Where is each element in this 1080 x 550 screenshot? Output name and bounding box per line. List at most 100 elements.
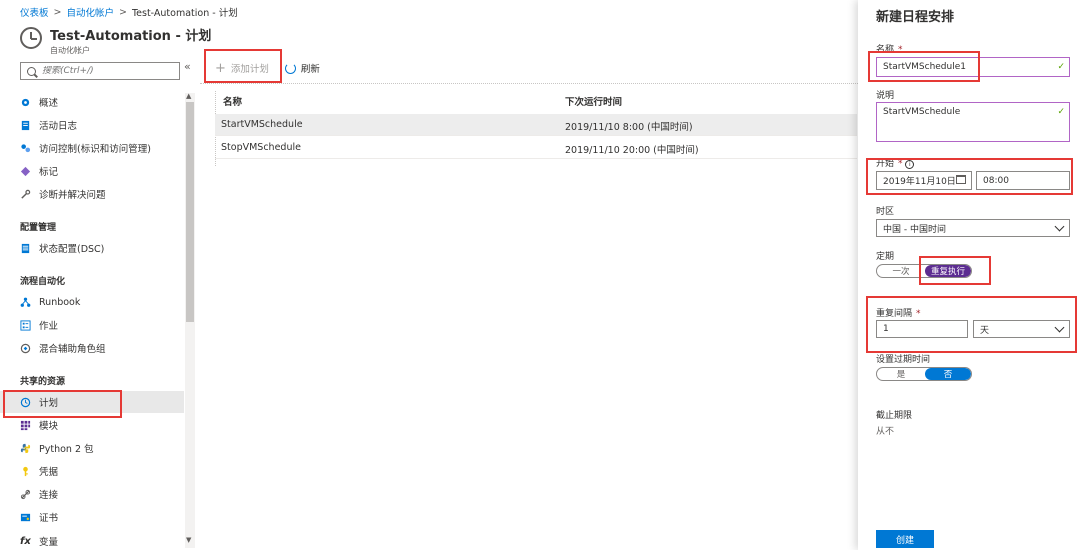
create-button[interactable]: 创建 [876, 530, 934, 548]
recurrence-label: 定期 [876, 252, 895, 262]
dsc-icon [21, 243, 30, 253]
column-header-next-run[interactable]: 下次运行时间 [565, 94, 622, 108]
expire-yes[interactable]: 是 [877, 368, 925, 380]
recurrence-toggle[interactable]: 一次 重复执行 [876, 264, 972, 278]
sidebar-item-access-control[interactable]: 访问控制(标识和访问管理) [20, 139, 151, 157]
sidebar-item-label: 计划 [39, 398, 59, 409]
name-label: 名称 * [876, 45, 903, 55]
start-time-field[interactable]: 08:00 [976, 171, 1070, 190]
check-icon: ✓ [1057, 107, 1065, 117]
fx-icon: fx [20, 535, 31, 547]
sidebar-scroll-thumb[interactable] [186, 102, 194, 322]
schedule-name: StopVMSchedule [221, 142, 301, 153]
start-date-field[interactable]: 2019年11月10日 [876, 171, 972, 190]
jobs-icon [20, 319, 31, 331]
sidebar-item-label: 连接 [39, 490, 59, 501]
breadcrumb-separator: > [119, 6, 127, 18]
description-label: 说明 [876, 91, 895, 101]
expire-label: 设置过期时间 [876, 355, 931, 365]
timezone-label: 时区 [876, 207, 895, 217]
calendar-icon[interactable] [956, 175, 966, 184]
key-icon [23, 466, 28, 476]
scroll-down-icon[interactable]: ▼ [186, 536, 191, 544]
sidebar-item-hybrid-worker[interactable]: 混合辅助角色组 [20, 339, 106, 357]
refresh-icon [284, 62, 296, 74]
sidebar-item-variables[interactable]: fx 变量 [20, 532, 58, 550]
sidebar-item-label: 作业 [39, 321, 59, 332]
expire-toggle[interactable]: 是 否 [876, 367, 972, 381]
add-schedule-button[interactable]: + 添加计划 [205, 61, 275, 76]
sidebar-item-schedules[interactable]: 计划 [20, 393, 58, 411]
search-input[interactable] [42, 66, 172, 76]
expire-no[interactable]: 否 [925, 368, 971, 380]
recurrence-repeat[interactable]: 重复执行 [925, 265, 971, 277]
table-row[interactable]: StartVMSchedule 2019/11/10 8:00 (中国时间) [215, 114, 857, 136]
sidebar-item-tags[interactable]: 标记 [20, 162, 58, 180]
sidebar-item-label: 变量 [39, 537, 59, 548]
sidebar-item-label: 概述 [39, 98, 59, 109]
breadcrumb: 仪表板 > 自动化帐户 > Test-Automation - 计划 [20, 4, 238, 20]
deadline-label: 截止期限 [876, 411, 913, 421]
interval-unit-select[interactable]: 天 [973, 320, 1070, 338]
sidebar: « 概述 活动日志 访问控制(标识和访问管理) 标记 诊断并解决问题 配置管理 … [0, 58, 198, 550]
certificate-icon [20, 513, 31, 521]
app-root: 仪表板 > 自动化帐户 > Test-Automation - 计划 Test-… [0, 0, 1080, 550]
name-value: StartVMSchedule1 [883, 62, 966, 72]
collapse-icon[interactable]: « [184, 60, 191, 73]
sidebar-item-label: 凭据 [39, 467, 59, 478]
sidebar-item-label: 状态配置(DSC) [39, 244, 105, 255]
sidebar-item-python-packages[interactable]: Python 2 包 [20, 439, 94, 457]
deadline-value: 从不 [876, 427, 895, 437]
breadcrumb-automation-accounts[interactable]: 自动化帐户 [66, 5, 114, 19]
new-schedule-panel: 新建日程安排 名称 * StartVMSchedule1 ✓ 说明 StartVM… [858, 0, 1080, 550]
sidebar-item-label: 证书 [39, 513, 59, 524]
clock-icon [20, 27, 42, 49]
interval-unit-value: 天 [980, 325, 990, 336]
toolbar-divider [200, 83, 860, 84]
overview-icon [21, 98, 30, 106]
timezone-select[interactable]: 中国 - 中国时间 [876, 219, 1070, 237]
sidebar-item-jobs[interactable]: 作业 [20, 316, 58, 334]
sidebar-item-connections[interactable]: 连接 [20, 485, 58, 503]
interval-label: 重复间隔 * [876, 309, 921, 319]
sidebar-item-label: 访问控制(标识和访问管理) [39, 144, 151, 155]
interval-input[interactable]: 1 [876, 320, 968, 338]
sidebar-item-diagnose[interactable]: 诊断并解决问题 [20, 185, 106, 203]
refresh-button[interactable]: 刷新 [284, 61, 320, 75]
table-row[interactable]: StopVMSchedule 2019/11/10 20:00 (中国时间) [215, 137, 857, 159]
info-icon[interactable]: i [905, 160, 915, 169]
breadcrumb-separator: > [53, 6, 62, 18]
page-subtitle: 自动化帐户 [50, 46, 90, 55]
sidebar-item-label: 混合辅助角色组 [39, 344, 106, 355]
breadcrumb-dashboard[interactable]: 仪表板 [20, 5, 49, 19]
next-run-time: 2019/11/10 20:00 (中国时间) [565, 145, 699, 156]
start-time-value: 08:00 [983, 175, 1009, 186]
sidebar-item-credentials[interactable]: 凭据 [20, 462, 58, 480]
recurrence-once[interactable]: 一次 [877, 265, 925, 277]
refresh-label: 刷新 [300, 64, 320, 75]
sidebar-item-dsc[interactable]: 状态配置(DSC) [20, 239, 104, 257]
check-icon: ✓ [1057, 62, 1065, 72]
sidebar-item-modules[interactable]: 模块 [20, 416, 58, 434]
sidebar-item-label: 标记 [39, 167, 59, 178]
scroll-up-icon[interactable]: ▲ [186, 92, 191, 100]
interval-value: 1 [883, 324, 889, 334]
clock-icon [20, 397, 31, 407]
name-field[interactable]: StartVMSchedule1 ✓ [876, 57, 1070, 77]
chevron-down-icon [1054, 221, 1065, 232]
description-field[interactable]: StartVMSchedule ✓ [876, 102, 1070, 142]
search-box[interactable] [20, 62, 180, 80]
panel-title: 新建日程安排 [876, 10, 955, 25]
sidebar-item-overview[interactable]: 概述 [20, 93, 58, 111]
sidebar-item-certificates[interactable]: 证书 [20, 508, 58, 526]
sidebar-item-runbook[interactable]: Runbook [20, 293, 80, 311]
column-header-name[interactable]: 名称 [223, 94, 242, 108]
description-value: StartVMSchedule [883, 107, 961, 117]
sidebar-item-label: Python 2 包 [39, 444, 94, 455]
runbook-icon [20, 297, 31, 307]
next-run-time: 2019/11/10 8:00 (中国时间) [565, 122, 693, 133]
section-config-management: 配置管理 [20, 223, 57, 233]
search-icon [27, 66, 36, 76]
hybrid-worker-icon [20, 343, 31, 353]
sidebar-item-activity-log[interactable]: 活动日志 [20, 116, 77, 134]
